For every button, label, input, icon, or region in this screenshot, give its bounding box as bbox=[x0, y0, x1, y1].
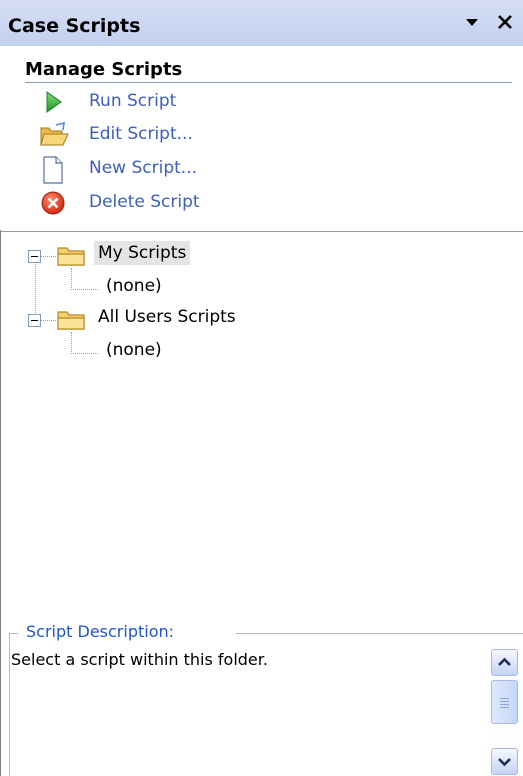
section-divider bbox=[25, 82, 512, 83]
script-description-group: Script Description: Select a script with… bbox=[0, 620, 523, 776]
new-script-button[interactable]: New Script... bbox=[40, 154, 300, 184]
pane-title: Case Scripts bbox=[8, 15, 141, 37]
thumb-grip bbox=[500, 707, 509, 708]
delete-script-button[interactable]: Delete Script bbox=[40, 188, 300, 218]
collapse-toggle-my-scripts[interactable] bbox=[28, 250, 41, 263]
collapse-toggle-all-users-scripts[interactable] bbox=[28, 314, 41, 327]
play-icon bbox=[40, 89, 66, 115]
delete-script-label: Delete Script bbox=[89, 192, 200, 212]
folder-icon bbox=[56, 308, 86, 330]
delete-icon bbox=[40, 190, 66, 216]
edit-script-label: Edit Script... bbox=[89, 124, 193, 144]
section-heading: Manage Scripts bbox=[25, 59, 183, 80]
tree-leaf-my-scripts-none[interactable]: (none) bbox=[106, 276, 162, 296]
tree-connector bbox=[35, 264, 36, 319]
tree-leaf-all-users-none[interactable]: (none) bbox=[106, 340, 162, 360]
new-script-label: New Script... bbox=[89, 158, 198, 178]
run-script-label: Run Script bbox=[89, 91, 177, 111]
tree-folder-my-scripts[interactable]: My Scripts bbox=[94, 241, 191, 265]
script-description-legend: Script Description: bbox=[26, 622, 175, 641]
edit-script-button[interactable]: Edit Script... bbox=[40, 120, 300, 150]
script-description-text: Select a script within this folder. bbox=[11, 650, 268, 669]
groupbox-border bbox=[236, 633, 523, 634]
scripts-tree: My Scripts (none) All Users Scripts (non… bbox=[0, 232, 523, 622]
groupbox-border bbox=[9, 633, 10, 776]
run-script-button[interactable]: Run Script bbox=[40, 87, 300, 117]
scroll-thumb[interactable] bbox=[491, 680, 518, 724]
thumb-grip bbox=[500, 698, 509, 699]
chevron-down-icon bbox=[498, 758, 511, 767]
scroll-up-button[interactable] bbox=[491, 649, 518, 676]
tree-connector bbox=[71, 332, 98, 354]
thumb-grip bbox=[500, 704, 509, 705]
description-scrollbar[interactable] bbox=[488, 644, 521, 776]
tree-folder-all-users-scripts[interactable]: All Users Scripts bbox=[94, 305, 240, 329]
tree-connector bbox=[71, 268, 98, 290]
open-folder-icon bbox=[40, 121, 69, 148]
chevron-up-icon bbox=[498, 657, 511, 666]
dropdown-arrow-icon[interactable] bbox=[463, 15, 481, 31]
new-document-icon bbox=[40, 156, 66, 184]
folder-icon bbox=[56, 244, 86, 266]
case-scripts-pane: Case Scripts Manage Scripts Run Script E… bbox=[0, 0, 523, 776]
thumb-grip bbox=[500, 701, 509, 702]
scroll-down-button[interactable] bbox=[491, 748, 518, 775]
manage-scripts-section: Manage Scripts Run Script Edit Script... bbox=[0, 46, 523, 230]
groupbox-border bbox=[9, 633, 18, 634]
close-icon[interactable] bbox=[495, 12, 515, 32]
pane-title-bar: Case Scripts bbox=[0, 0, 523, 47]
